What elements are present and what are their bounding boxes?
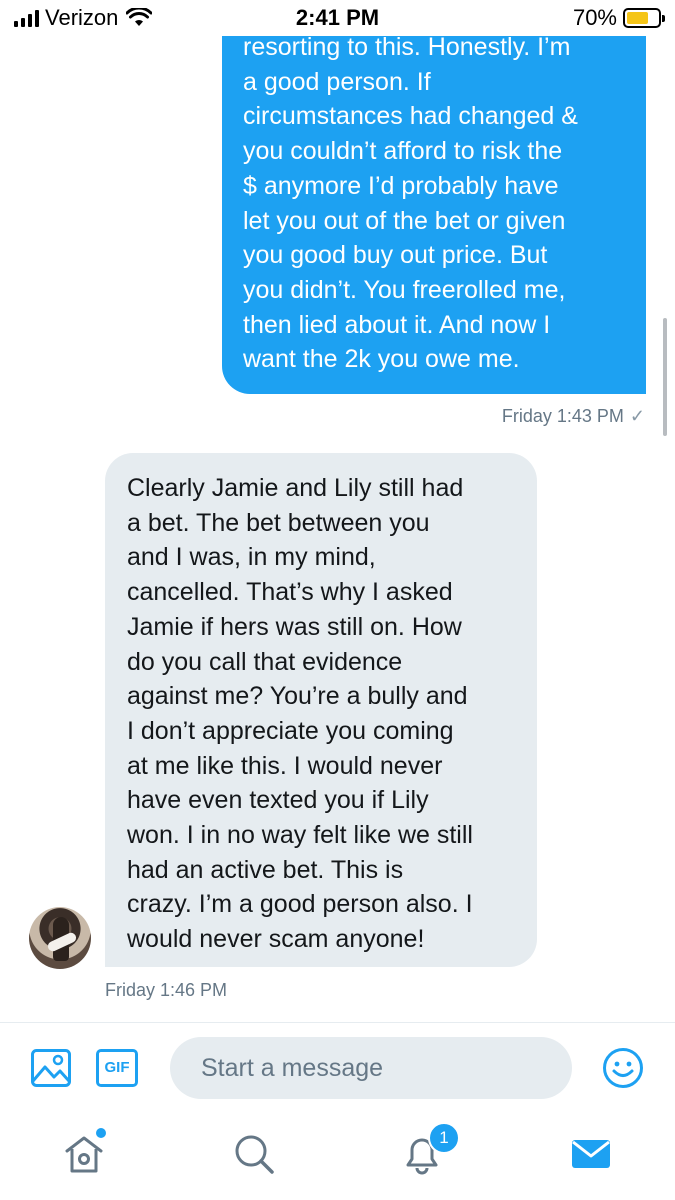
battery-icon — [623, 8, 665, 28]
message-timestamp-sent: Friday 1:43 PM ✓ — [502, 405, 645, 427]
read-check-icon: ✓ — [629, 406, 645, 426]
emoji-icon[interactable] — [602, 1047, 644, 1089]
wifi-icon — [126, 8, 153, 26]
home-unread-dot — [96, 1128, 106, 1138]
status-bar-right: 70% — [572, 5, 665, 30]
mail-icon[interactable] — [569, 1132, 613, 1176]
message-bubble-sent[interactable]: resorting to this. Honestly. I’m a good … — [222, 0, 646, 394]
battery-percent: 70% — [572, 5, 617, 30]
message-text: Clearly Jamie and Lily still had a bet. … — [127, 474, 473, 954]
timestamp-text: Friday 1:43 PM — [501, 406, 624, 426]
image-icon[interactable] — [30, 1048, 72, 1088]
signal-strength-icon — [14, 9, 39, 27]
message-bubble-received[interactable]: Clearly Jamie and Lily still had a bet. … — [105, 453, 537, 967]
status-bar: Verizon 2:41 PM 70% — [0, 0, 675, 36]
notification-count-badge: 1 — [428, 1122, 460, 1154]
status-bar-left: Verizon — [14, 5, 153, 30]
battery-level-fill — [627, 12, 648, 24]
message-text: resorting to this. Honestly. I’m a good … — [243, 33, 578, 374]
message-composer: GIF — [0, 1022, 675, 1114]
search-icon[interactable] — [232, 1132, 276, 1176]
dm-conversation-screen: Verizon 2:41 PM 70% resorting to this. H… — [0, 0, 675, 1200]
battery-cap — [662, 15, 665, 22]
sender-avatar[interactable] — [29, 907, 91, 969]
tab-bar: 1 — [0, 1114, 675, 1200]
message-input[interactable] — [170, 1037, 572, 1099]
home-icon[interactable] — [62, 1132, 106, 1176]
scroll-indicator[interactable] — [663, 318, 667, 436]
message-timestamp-received: Friday 1:46 PM — [105, 980, 228, 1000]
carrier-name: Verizon — [45, 5, 119, 30]
gif-button[interactable]: GIF — [96, 1049, 138, 1087]
